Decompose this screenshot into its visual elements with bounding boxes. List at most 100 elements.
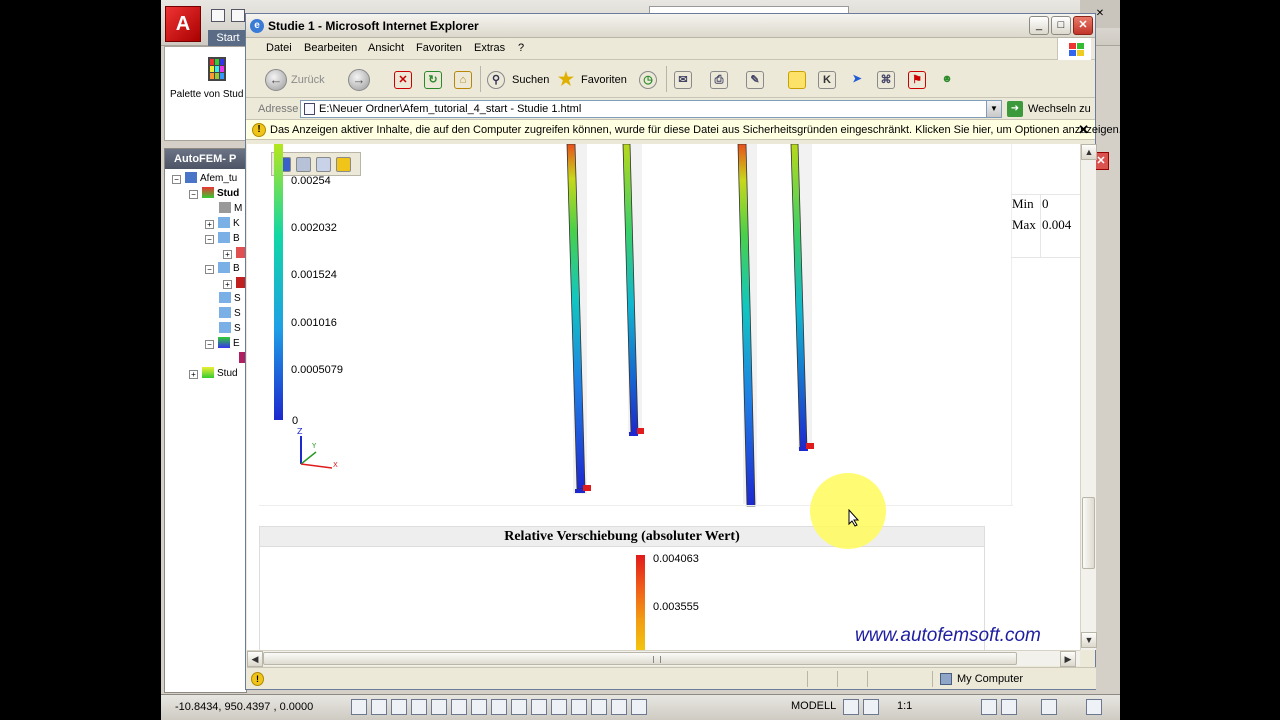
lightbulb-icon[interactable] (1041, 699, 1057, 715)
forward-icon[interactable]: → (348, 69, 370, 91)
history-icon[interactable]: ◷ (639, 71, 657, 89)
lweight-icon[interactable] (531, 699, 547, 715)
qp-icon[interactable] (571, 699, 587, 715)
horizontal-scrollbar[interactable]: ◀ ▶ (247, 650, 1080, 667)
scroll-left-icon[interactable]: ◀ (247, 651, 263, 667)
back-icon[interactable]: ← (265, 69, 287, 91)
favorites-button[interactable]: Favoriten (581, 74, 627, 86)
expand-icon[interactable]: + (223, 250, 232, 259)
collapse-icon[interactable]: − (189, 190, 198, 199)
sc-icon[interactable] (591, 699, 607, 715)
tree-item-s2[interactable]: S (219, 307, 241, 321)
search-icon[interactable]: ⚲ (487, 71, 505, 89)
vertical-scrollbar[interactable]: ▲ ▼ (1080, 144, 1097, 650)
3d-osnap-icon[interactable] (451, 699, 467, 715)
tree-item-material[interactable]: M (219, 202, 242, 216)
scroll-thumb-horizontal[interactable] (263, 652, 1017, 665)
address-value: E:\Neuer Ordner\Afem_tutorial_4_start - … (319, 103, 582, 115)
scroll-thumb[interactable] (1082, 497, 1095, 569)
layout2-icon[interactable] (863, 699, 879, 715)
home-icon[interactable]: ⌂ (454, 71, 472, 89)
menu-favoriten[interactable]: Favoriten (416, 42, 462, 54)
menu-bearbeiten[interactable]: Bearbeiten (304, 42, 357, 54)
snap-icon[interactable] (351, 699, 367, 715)
shield-warning-icon[interactable]: ! (251, 672, 264, 686)
lock-icon[interactable] (1001, 699, 1017, 715)
grid-icon[interactable] (371, 699, 387, 715)
go-arrow-icon[interactable]: ➜ (1007, 101, 1023, 117)
address-dropdown-icon[interactable]: ▼ (986, 101, 1001, 117)
tree-item-s1[interactable]: S (219, 292, 241, 306)
workspace-gear-icon[interactable] (981, 699, 997, 715)
otrack-icon[interactable] (471, 699, 487, 715)
tree-item-root[interactable]: − Afem_tu (172, 172, 237, 186)
open-file-icon[interactable] (231, 9, 245, 22)
tree-item-s3[interactable]: S (219, 322, 241, 336)
back-button[interactable]: Zurück (291, 74, 325, 86)
clean-screen-icon[interactable] (1086, 699, 1102, 715)
palette-label[interactable]: Palette von Stud (170, 89, 243, 100)
tree-item-b2[interactable]: − B (205, 262, 240, 276)
palette-icon[interactable] (208, 57, 226, 81)
expand-icon[interactable]: + (205, 220, 214, 229)
search-button[interactable]: Suchen (512, 74, 549, 86)
menu-help[interactable]: ? (518, 42, 524, 54)
messenger-k-icon[interactable]: K (818, 71, 836, 89)
folder-icon[interactable] (336, 157, 351, 172)
edit-icon[interactable]: ✎ (746, 71, 764, 89)
osnap-icon[interactable] (431, 699, 447, 715)
scroll-down-icon[interactable]: ▼ (1081, 632, 1097, 648)
collapse-icon[interactable]: − (205, 265, 214, 274)
tree-item-k[interactable]: + K (205, 217, 240, 231)
notes-icon[interactable] (788, 71, 806, 89)
ducs-icon[interactable] (491, 699, 507, 715)
menu-datei[interactable]: Datei (266, 42, 292, 54)
expand-icon[interactable]: + (223, 280, 232, 289)
refresh-icon[interactable]: ↻ (424, 71, 442, 89)
information-bar[interactable]: ! Das Anzeigen aktiver Inhalte, die auf … (246, 120, 1128, 140)
go-button[interactable]: Wechseln zu (1028, 103, 1091, 115)
minimize-button[interactable]: _ (1029, 16, 1049, 35)
autocad-logo-icon[interactable]: A (165, 6, 201, 42)
tree-item-e[interactable]: − E (205, 337, 240, 351)
infobar-close-icon[interactable]: ✕ (1078, 122, 1089, 138)
tpy-icon[interactable] (551, 699, 567, 715)
model-label[interactable]: MODELL (791, 700, 836, 712)
new-file-icon[interactable] (211, 9, 225, 22)
print-icon[interactable]: ⎙ (710, 71, 728, 89)
tree-item-study2[interactable]: + Stud (189, 367, 238, 381)
users-icon[interactable]: ☻ (938, 71, 956, 89)
layout-icon[interactable] (843, 699, 859, 715)
maximize-button[interactable]: □ (1051, 16, 1071, 35)
scroll-up-icon[interactable]: ▲ (1081, 144, 1097, 160)
menu-ansicht[interactable]: Ansicht (368, 42, 404, 54)
scroll-right-icon[interactable]: ▶ (1060, 651, 1076, 667)
polar-icon[interactable] (411, 699, 427, 715)
cursor-tool-icon[interactable]: ➤ (848, 71, 866, 89)
collapse-icon[interactable]: − (205, 340, 214, 349)
collapse-icon[interactable]: − (205, 235, 214, 244)
annotation-scale[interactable]: 1:1 (897, 700, 912, 712)
security-zone[interactable]: My Computer (957, 673, 1023, 685)
plus-icon[interactable] (631, 699, 647, 715)
mail-icon[interactable] (316, 157, 331, 172)
tree-item-study[interactable]: − Stud (189, 187, 239, 201)
print-icon[interactable] (296, 157, 311, 172)
address-input[interactable]: E:\Neuer Ordner\Afem_tutorial_4_start - … (300, 100, 1002, 118)
start-tab[interactable]: Start (208, 30, 248, 46)
dyn-icon[interactable] (511, 699, 527, 715)
ie-titlebar[interactable]: e Studie 1 - Microsoft Internet Explorer… (246, 14, 1095, 38)
mail-icon[interactable]: ✉ (674, 71, 692, 89)
flag-tool-icon[interactable]: ⚑ (908, 71, 926, 89)
infobar-text[interactable]: Das Anzeigen aktiver Inhalte, die auf de… (270, 124, 1128, 136)
tree-item-b1[interactable]: − B (205, 232, 240, 246)
ortho-icon[interactable] (391, 699, 407, 715)
menu-extras[interactable]: Extras (474, 42, 505, 54)
camera-icon[interactable]: ⌘ (877, 71, 895, 89)
favorites-star-icon[interactable]: ★ (557, 70, 575, 89)
am-icon[interactable] (611, 699, 627, 715)
stop-icon[interactable]: ✕ (394, 71, 412, 89)
collapse-icon[interactable]: − (172, 175, 181, 184)
expand-icon[interactable]: + (189, 370, 198, 379)
close-button[interactable]: ✕ (1073, 16, 1093, 35)
